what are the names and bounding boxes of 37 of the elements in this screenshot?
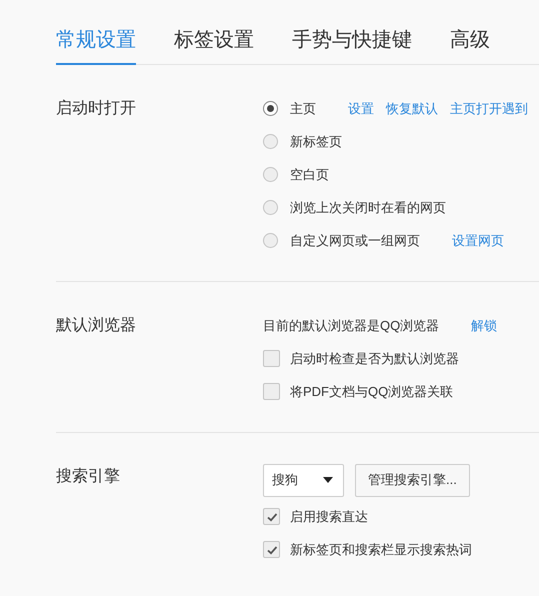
section-title: 启动时打开 [56, 98, 137, 119]
option-label: 自定义网页或一组网页 [290, 232, 420, 250]
settings-tab[interactable]: 标签设置 [174, 26, 254, 65]
option-label: 启用搜索直达 [290, 508, 368, 526]
check-icon [266, 510, 278, 522]
check-icon [266, 544, 278, 556]
option-link[interactable]: 设置 [348, 100, 374, 118]
option-link[interactable]: 解锁 [471, 316, 498, 334]
radio-button[interactable] [263, 101, 278, 116]
settings-tab[interactable]: 常规设置 [56, 26, 136, 65]
radio-button[interactable] [263, 134, 278, 149]
option-label: 新标签页 [290, 132, 342, 150]
option-label: 浏览上次关闭时在看的网页 [290, 198, 446, 216]
option-link[interactable]: 恢复默认 [386, 100, 438, 118]
engine-dropdown[interactable]: 搜狗 [263, 464, 344, 496]
info-text: 目前的默认浏览器是QQ浏览器 [263, 316, 440, 334]
checkbox[interactable] [263, 508, 280, 525]
settings-tab[interactable]: 手势与快捷键 [292, 26, 412, 65]
option-label: 新标签页和搜索栏显示搜索热词 [290, 540, 472, 558]
radio-button[interactable] [263, 200, 278, 215]
manage-engines-button[interactable]: 管理搜索引擎... [355, 464, 470, 496]
checkbox[interactable] [263, 350, 280, 367]
option-label: 空白页 [290, 166, 329, 184]
radio-button[interactable] [263, 233, 278, 248]
option-label: 启动时检查是否为默认浏览器 [290, 350, 459, 368]
dropdown-value: 搜狗 [272, 471, 298, 489]
option-link[interactable]: 主页打开遇到 [450, 100, 528, 118]
option-link[interactable]: 设置网页 [452, 232, 504, 250]
settings-tab[interactable]: 高级 [450, 26, 490, 65]
checkbox[interactable] [263, 383, 280, 400]
option-label: 将PDF文档与QQ浏览器关联 [290, 382, 454, 400]
section-title: 搜索引擎 [56, 466, 121, 487]
caret-icon [323, 477, 333, 483]
radio-button[interactable] [263, 167, 278, 182]
option-label: 主页 [290, 100, 316, 118]
checkbox[interactable] [263, 541, 280, 558]
section-title: 默认浏览器 [56, 316, 137, 336]
